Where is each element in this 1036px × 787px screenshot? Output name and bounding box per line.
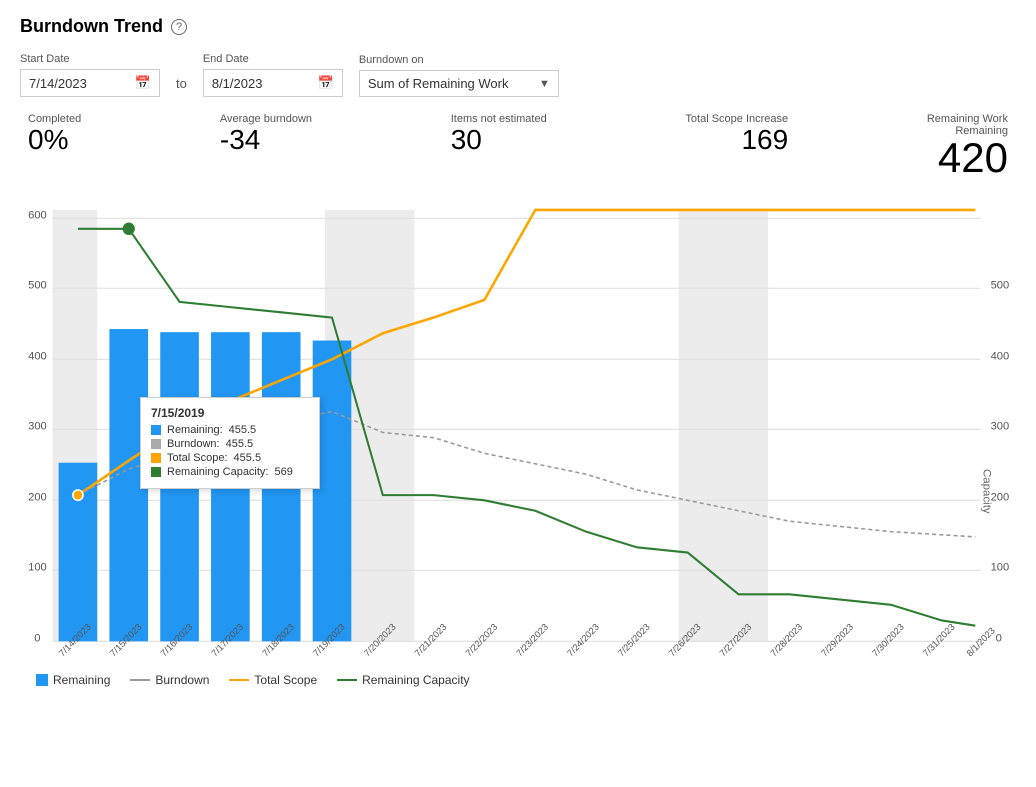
tooltip-burndown-row: Burndown: 455.5: [151, 438, 309, 450]
avg-burndown-stat: Average burndown -34: [220, 113, 312, 156]
tooltip-remaining-capacity-swatch: [151, 467, 161, 477]
tooltip: 7/15/2019 Remaining: 455.5 Burndown: 455…: [140, 397, 320, 489]
chart-area: 600 500 400 300 200 100 0 500 400 300 20…: [20, 187, 1016, 657]
legend-remaining-capacity-label: Remaining Capacity: [362, 673, 469, 687]
svg-text:300: 300: [28, 420, 47, 432]
remaining-work-label: Remaining Work: [927, 113, 1008, 125]
legend-remaining-capacity: Remaining Capacity: [337, 673, 469, 687]
tooltip-date: 7/15/2019: [151, 406, 309, 420]
legend-burndown: Burndown: [130, 673, 209, 687]
burndown-label: Burndown on: [359, 54, 559, 66]
tooltip-burndown-value: 455.5: [226, 438, 254, 450]
end-date-input[interactable]: 8/1/2023 📅: [203, 69, 343, 97]
svg-text:7/31/2023: 7/31/2023: [921, 622, 957, 657]
completed-value: 0%: [28, 125, 68, 156]
legend-total-scope: Total Scope: [229, 673, 317, 687]
start-date-calendar-icon[interactable]: 📅: [135, 75, 151, 91]
legend-remaining-capacity-line: [337, 679, 357, 681]
start-date-input[interactable]: 7/14/2023 📅: [20, 69, 160, 97]
help-icon[interactable]: ?: [171, 19, 187, 35]
tooltip-remaining-label: Remaining:: [167, 424, 223, 436]
legend-burndown-label: Burndown: [155, 673, 209, 687]
start-date-value: 7/14/2023: [29, 76, 129, 91]
svg-text:0: 0: [34, 632, 40, 644]
tooltip-burndown-swatch: [151, 439, 161, 449]
stats-row: Completed 0% Average burndown -34 Items …: [20, 113, 1016, 179]
legend-total-scope-label: Total Scope: [254, 673, 317, 687]
remaining-work-stat: Remaining Work Remaining 420: [927, 113, 1008, 179]
tooltip-remaining-value: 455.5: [229, 424, 257, 436]
svg-text:300: 300: [991, 420, 1010, 432]
svg-text:400: 400: [991, 350, 1010, 362]
svg-text:0: 0: [996, 632, 1002, 644]
end-date-value: 8/1/2023: [212, 76, 312, 91]
tooltip-remaining-swatch: [151, 425, 161, 435]
page-title: Burndown Trend: [20, 16, 163, 37]
legend-total-scope-line: [229, 679, 249, 681]
svg-text:7/25/2023: 7/25/2023: [616, 622, 652, 657]
burndown-value: Sum of Remaining Work: [368, 76, 533, 91]
tooltip-remaining-row: Remaining: 455.5: [151, 424, 309, 436]
svg-text:7/23/2023: 7/23/2023: [514, 622, 550, 657]
items-not-estimated-value: 30: [451, 125, 482, 156]
svg-text:7/30/2023: 7/30/2023: [870, 622, 906, 657]
legend-remaining: Remaining: [36, 673, 110, 687]
legend-remaining-swatch: [36, 674, 48, 686]
chevron-down-icon: ▼: [539, 78, 550, 90]
end-date-calendar-icon[interactable]: 📅: [318, 75, 334, 91]
svg-text:7/21/2023: 7/21/2023: [413, 622, 449, 657]
page-container: Burndown Trend ? Start Date 7/14/2023 📅 …: [0, 0, 1036, 787]
svg-text:7/24/2023: 7/24/2023: [565, 622, 601, 657]
burndown-group: Burndown on Sum of Remaining Work ▼: [359, 54, 559, 97]
legend-remaining-label: Remaining: [53, 673, 110, 687]
svg-text:100: 100: [28, 561, 47, 573]
tooltip-remaining-capacity-row: Remaining Capacity: 569: [151, 466, 309, 478]
tooltip-total-scope-value: 455.5: [234, 452, 262, 464]
svg-text:500: 500: [991, 279, 1010, 291]
svg-text:200: 200: [28, 491, 47, 503]
end-date-group: End Date 8/1/2023 📅: [203, 53, 343, 97]
controls-row: Start Date 7/14/2023 📅 to End Date 8/1/2…: [20, 53, 1016, 97]
tooltip-total-scope-row: Total Scope: 455.5: [151, 452, 309, 464]
tooltip-remaining-capacity-value: 569: [275, 466, 293, 478]
to-label: to: [176, 76, 187, 91]
svg-text:7/28/2023: 7/28/2023: [769, 622, 805, 657]
svg-text:Capacity: Capacity: [981, 469, 993, 514]
tooltip-total-scope-swatch: [151, 453, 161, 463]
items-not-estimated-stat: Items not estimated 30: [451, 113, 547, 156]
end-date-label: End Date: [203, 53, 343, 65]
tooltip-remaining-capacity-label: Remaining Capacity:: [167, 466, 269, 478]
completed-stat: Completed 0%: [28, 113, 81, 156]
title-row: Burndown Trend ?: [20, 16, 1016, 37]
svg-text:600: 600: [28, 209, 47, 221]
remaining-value: 420: [938, 137, 1008, 179]
legend-burndown-line: [130, 679, 150, 681]
start-date-label: Start Date: [20, 53, 160, 65]
tooltip-total-scope-label: Total Scope:: [167, 452, 228, 464]
legend-row: Remaining Burndown Total Scope Remaining…: [20, 665, 1016, 695]
svg-text:400: 400: [28, 350, 47, 362]
start-date-group: Start Date 7/14/2023 📅: [20, 53, 160, 97]
tooltip-burndown-label: Burndown:: [167, 438, 220, 450]
svg-text:200: 200: [991, 491, 1010, 503]
svg-text:100: 100: [991, 561, 1010, 573]
burndown-dropdown[interactable]: Sum of Remaining Work ▼: [359, 70, 559, 97]
total-scope-value: 169: [741, 125, 788, 156]
total-scope-stat: Total Scope Increase 169: [685, 113, 788, 156]
avg-burndown-value: -34: [220, 125, 260, 156]
svg-text:7/29/2023: 7/29/2023: [819, 622, 855, 657]
svg-text:7/22/2023: 7/22/2023: [464, 622, 500, 657]
svg-text:500: 500: [28, 279, 47, 291]
